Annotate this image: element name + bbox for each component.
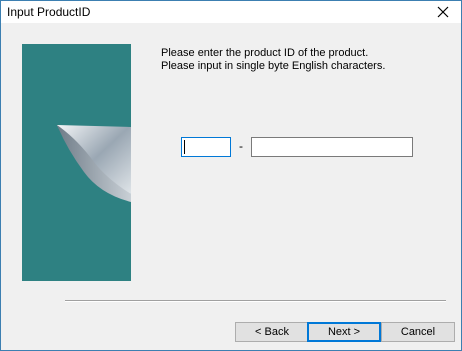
instruction-line-2: Please input in single byte English char… [161,60,386,72]
input-productid-dialog: Input ProductID Please enter the product… [0,0,462,351]
title-bar: Input ProductID [1,1,461,23]
window-title: Input ProductID [7,5,91,19]
text-caret [184,140,185,154]
product-id-part2-input[interactable] [251,137,413,157]
cancel-button[interactable]: Cancel [381,322,455,342]
close-icon [437,6,449,18]
installer-graphic [57,125,131,202]
button-area-divider [65,300,446,302]
setup-banner-image [22,44,131,281]
instruction-line-1: Please enter the product ID of the produ… [161,47,369,59]
product-id-separator: - [239,139,243,153]
back-button[interactable]: < Back [235,322,309,342]
cancel-button-label: Cancel [400,326,436,338]
instruction-text: Please enter the product ID of the produ… [161,47,385,73]
back-button-label: < Back [255,326,289,338]
next-button-label: Next > [327,326,361,338]
next-button[interactable]: Next > [307,322,381,342]
product-id-part1-input[interactable] [181,137,231,157]
close-button[interactable] [425,1,461,23]
